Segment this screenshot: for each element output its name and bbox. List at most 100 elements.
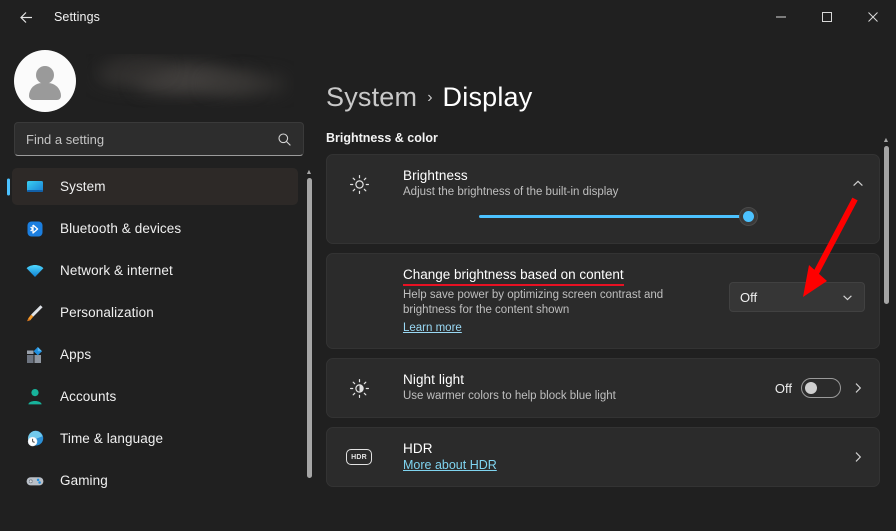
bluetooth-icon <box>24 218 46 240</box>
search-icon <box>277 132 292 147</box>
night-light-subtitle: Use warmer colors to help block blue lig… <box>403 390 616 402</box>
hdr-row[interactable]: HDR HDR More about HDR <box>327 428 879 486</box>
account-icon <box>24 386 46 408</box>
scrollbar-thumb[interactable] <box>306 178 312 478</box>
sidebar-scrollbar[interactable]: ▲ <box>304 169 314 490</box>
content-brightness-row[interactable]: Change brightness based on content Help … <box>327 254 879 348</box>
content-brightness-dropdown[interactable]: Off <box>729 282 865 312</box>
night-light-title: Night light <box>403 372 465 387</box>
sidebar-item-time-language[interactable]: Time & language <box>12 420 298 457</box>
wifi-icon <box>24 260 46 282</box>
brightness-expand-button[interactable] <box>841 177 865 191</box>
user-name-blurred <box>86 54 294 108</box>
brightness-text: Brightness Adjust the brightness of the … <box>377 160 841 208</box>
more-about-hdr-link[interactable]: More about HDR <box>403 458 497 472</box>
breadcrumb-separator: › <box>427 88 433 106</box>
sidebar-item-system[interactable]: System <box>12 168 298 205</box>
sidebar-item-label: Accounts <box>60 389 117 404</box>
night-light-toggle[interactable] <box>801 378 841 398</box>
slider-thumb[interactable] <box>739 206 758 226</box>
main-content: System › Display Brightness & color Brig… <box>320 34 896 531</box>
minimize-button[interactable] <box>758 0 804 34</box>
sidebar-item-label: Network & internet <box>60 263 173 278</box>
content-brightness-title-wrap: Change brightness based on content <box>403 266 715 286</box>
content-brightness-text: Change brightness based on content Help … <box>377 266 715 336</box>
arrow-left-icon <box>19 11 32 23</box>
maximize-icon <box>822 12 832 22</box>
window-body: System Bluetooth & devices <box>0 34 896 531</box>
brightness-slider-row <box>327 206 879 239</box>
night-light-state-label: Off <box>774 380 792 396</box>
hdr-text: HDR More about HDR <box>377 433 841 482</box>
gamepad-icon <box>24 470 46 492</box>
scroll-up-arrow[interactable]: ▲ <box>306 169 313 176</box>
user-profile[interactable] <box>0 34 320 112</box>
main-scrollbar[interactable]: ▲ <box>881 137 891 438</box>
back-button[interactable] <box>8 2 44 32</box>
search-input[interactable] <box>26 131 277 147</box>
close-button[interactable] <box>850 0 896 34</box>
content-brightness-icon-slot <box>341 266 377 268</box>
avatar <box>14 50 76 112</box>
breadcrumb-parent[interactable]: System <box>326 82 417 113</box>
sidebar-item-label: Bluetooth & devices <box>60 221 182 236</box>
settings-window: Settings Find a setting System Bluetooth… <box>0 0 896 531</box>
brightness-card: Brightness Adjust the brightness of the … <box>326 154 880 244</box>
content-brightness-title: Change brightness based on content <box>403 267 624 286</box>
title-bar: Settings <box>0 0 896 34</box>
apps-icon <box>24 344 46 366</box>
brightness-title: Brightness <box>403 168 468 183</box>
section-title: Brightness & color <box>326 131 438 145</box>
chevron-down-icon <box>841 291 854 304</box>
sidebar-item-accounts[interactable]: Accounts <box>12 378 298 415</box>
night-light-card[interactable]: Night light Use warmer colors to help bl… <box>326 358 880 418</box>
content-brightness-subtitle: Help save power by optimizing screen con… <box>403 289 664 316</box>
slider-track <box>479 214 749 218</box>
sidebar-item-gaming[interactable]: Gaming <box>12 462 298 499</box>
dropdown-value: Off <box>740 289 758 305</box>
sun-icon <box>341 174 377 195</box>
minimize-icon <box>776 16 786 18</box>
sidebar-item-label: Gaming <box>60 473 108 488</box>
scrollbar-thumb[interactable] <box>883 146 889 304</box>
close-icon <box>868 12 878 22</box>
brightness-row[interactable]: Brightness Adjust the brightness of the … <box>327 155 879 213</box>
window-controls <box>758 0 896 34</box>
sidebar-item-personalization[interactable]: Personalization <box>12 294 298 331</box>
window-title: Settings <box>54 10 100 24</box>
chevron-up-icon <box>853 180 863 187</box>
chevron-right-icon <box>855 383 862 393</box>
hdr-title: HDR <box>403 440 433 456</box>
breadcrumb: System › Display <box>320 34 880 113</box>
page-title: Display <box>442 82 533 112</box>
sidebar-item-label: Personalization <box>60 305 154 320</box>
sidebar-item-apps[interactable]: Apps <box>12 336 298 373</box>
brightness-slider[interactable] <box>479 206 758 226</box>
chevron-right-icon <box>855 452 862 462</box>
hdr-chevron-button[interactable] <box>841 450 865 464</box>
sidebar-item-label: Time & language <box>60 431 164 446</box>
hdr-badge-label: HDR <box>346 449 372 465</box>
sidebar-nav: System Bluetooth & devices Network & int… <box>0 168 320 531</box>
sidebar-item-bluetooth-devices[interactable]: Bluetooth & devices <box>12 210 298 247</box>
clock-globe-icon <box>24 428 46 450</box>
hdr-card[interactable]: HDR HDR More about HDR <box>326 427 880 487</box>
night-light-chevron-button[interactable] <box>841 381 865 395</box>
hdr-icon: HDR <box>341 449 377 465</box>
sidebar-item-label: Apps <box>60 347 92 362</box>
settings-cards: Brightness Adjust the brightness of the … <box>320 145 880 487</box>
content-brightness-card: Change brightness based on content Help … <box>326 253 880 349</box>
night-light-icon <box>341 378 377 399</box>
sidebar-item-network-internet[interactable]: Network & internet <box>12 252 298 289</box>
maximize-button[interactable] <box>804 0 850 34</box>
night-light-row[interactable]: Night light Use warmer colors to help bl… <box>327 359 879 417</box>
search-container <box>0 112 320 156</box>
sidebar: System Bluetooth & devices <box>0 34 320 531</box>
scroll-up-arrow[interactable]: ▲ <box>883 137 890 144</box>
search-box[interactable] <box>14 122 304 156</box>
learn-more-link[interactable]: Learn more <box>403 322 462 334</box>
sidebar-item-label: System <box>60 179 106 194</box>
monitor-icon <box>24 176 46 198</box>
brightness-subtitle: Adjust the brightness of the built-in di… <box>403 186 619 198</box>
night-light-text: Night light Use warmer colors to help bl… <box>377 364 775 412</box>
